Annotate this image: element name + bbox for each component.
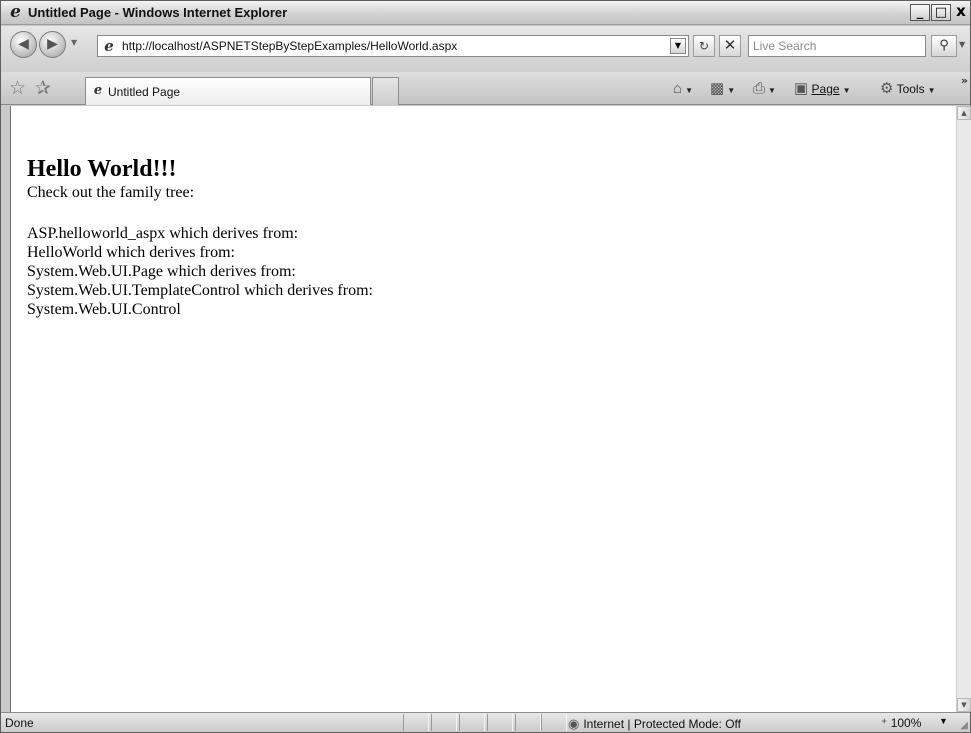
status-segment [431, 714, 457, 731]
tools-menu-label: Tools [896, 82, 925, 96]
page-menu-label: Page [811, 82, 840, 96]
globe-icon: ◉ [568, 716, 580, 731]
list-item: System.Web.UI.TemplateControl which deri… [27, 282, 373, 299]
resize-grip-icon[interactable]: ◢ [960, 720, 968, 731]
maximize-button[interactable]: □ [931, 4, 951, 21]
list-item: System.Web.UI.Page which derives from: [27, 263, 296, 280]
status-text: Done [5, 716, 34, 730]
scroll-down-button[interactable]: ▼ [957, 698, 971, 712]
refresh-icon: ↻ [698, 39, 710, 53]
status-segment [459, 714, 485, 731]
list-item: ASP.helloworld_aspx which derives from: [27, 225, 299, 242]
arrow-right-icon: ▶ [47, 36, 58, 52]
address-toolbar: ◀ ▶ ▼ e http://localhost/ASPNETStepBySte… [1, 26, 970, 72]
page-content: Hello World!!! Check out the family tree… [10, 106, 956, 712]
close-button[interactable]: x [952, 4, 970, 21]
search-options-dropdown[interactable]: ▼ [959, 40, 965, 49]
list-item: System.Web.UI.Control [27, 301, 181, 318]
tools-menu[interactable]: ⚙ Tools ▼ [880, 80, 936, 98]
zoom-icon: ⁺ [881, 716, 888, 730]
title-bar: e Untitled Page - Windows Internet Explo… [1, 1, 970, 25]
search-icon: ⚲ [939, 38, 949, 53]
new-tab-button[interactable] [372, 77, 399, 105]
arrow-left-icon: ◀ [18, 36, 29, 52]
search-input[interactable]: Live Search [748, 35, 926, 57]
stop-button[interactable]: ✕ [719, 35, 741, 57]
print-icon: ⎙ [753, 80, 766, 97]
page-menu-icon: ▣ [794, 80, 809, 97]
ie-logo-icon: e [10, 2, 21, 22]
command-bar: ☆ ✰ e Untitled Page ⌂ ▼ ▩ ▼ ⎙ ▼ ▣ Page ▼ ⚙ T… [1, 72, 970, 105]
status-segment [515, 714, 541, 731]
page-heading: Hello World!!! [27, 156, 177, 182]
page-icon: e [93, 83, 103, 98]
zoom-dropdown[interactable]: ▼ [939, 716, 948, 726]
address-bar[interactable]: e http://localhost/ASPNETStepByStepExamp… [97, 35, 689, 57]
minimize-button[interactable]: _ [910, 4, 930, 21]
page-menu[interactable]: ▣ Page ▼ [794, 80, 850, 98]
intro-text: Check out the family tree: [27, 184, 195, 201]
search-button[interactable]: ⚲ [931, 35, 957, 57]
status-bar: Done ◉ Internet | Protected Mode: Off ⁺ 1… [1, 712, 970, 732]
address-dropdown-button[interactable]: ▼ [670, 38, 686, 54]
feeds-icon: ▩ [710, 80, 725, 97]
window-controls: _ □ x [909, 4, 970, 21]
family-tree-list: ASP.helloworld_aspx which derives from: … [27, 224, 373, 319]
refresh-button[interactable]: ↻ [693, 35, 715, 57]
browser-window: e Untitled Page - Windows Internet Explo… [0, 0, 971, 733]
window-title: Untitled Page - Windows Internet Explore… [28, 5, 288, 20]
recent-pages-dropdown[interactable]: ▼ [71, 38, 77, 47]
status-segment [541, 714, 567, 731]
more-commands-chevron-icon[interactable]: » [961, 74, 968, 87]
stop-icon: ✕ [723, 36, 737, 54]
zoom-level[interactable]: ⁺ 100% [881, 716, 921, 730]
zoom-value: 100% [890, 716, 922, 730]
back-button[interactable]: ◀ [10, 31, 37, 58]
forward-button[interactable]: ▶ [39, 31, 66, 58]
address-input[interactable]: http://localhost/ASPNETStepByStepExample… [122, 39, 457, 53]
status-segment [487, 714, 513, 731]
list-item: HelloWorld which derives from: [27, 244, 235, 261]
tab-label: Untitled Page [108, 85, 181, 99]
print-button[interactable]: ⎙ ▼ [753, 80, 776, 98]
status-segment [403, 714, 429, 731]
favorites-center-icon[interactable]: ☆ [9, 78, 26, 98]
scroll-up-button[interactable]: ▲ [957, 106, 971, 120]
tab-untitled-page[interactable]: e Untitled Page [85, 77, 371, 105]
add-favorite-icon[interactable]: ✰ [35, 78, 51, 98]
security-zone[interactable]: ◉ Internet | Protected Mode: Off [568, 716, 741, 732]
zone-label: Internet | Protected Mode: Off [583, 717, 741, 731]
home-button[interactable]: ⌂ ▼ [673, 80, 693, 98]
feeds-button[interactable]: ▩ ▼ [710, 80, 735, 98]
gear-icon: ⚙ [880, 80, 894, 97]
page-icon: e [104, 37, 114, 55]
home-icon: ⌂ [673, 80, 683, 97]
vertical-scrollbar[interactable]: ▲ ▼ [956, 106, 971, 712]
